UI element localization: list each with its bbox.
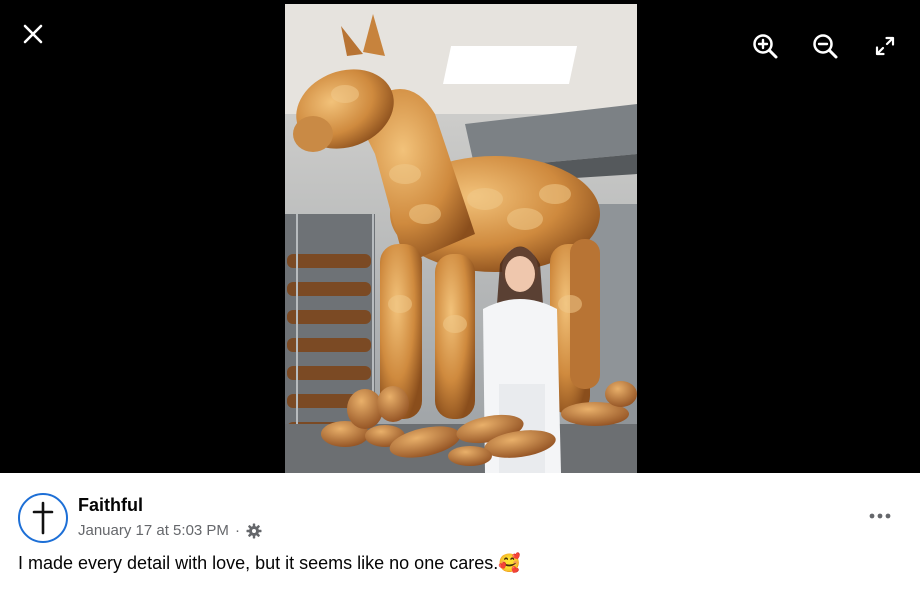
meta-separator: ·: [234, 522, 240, 539]
post-caption: I made every detail with love, but it se…: [18, 553, 521, 573]
more-options-icon: [869, 513, 891, 519]
fullscreen-button[interactable]: [869, 30, 901, 62]
author-name[interactable]: Faithful: [78, 495, 143, 516]
close-button[interactable]: [17, 18, 49, 50]
zoom-out-icon: [813, 34, 838, 59]
zoom-in-icon: [753, 34, 778, 59]
post-details: Faithful January 17 at 5:03 PM · I made …: [0, 473, 920, 595]
zoom-out-button[interactable]: [809, 30, 841, 62]
avatar[interactable]: [18, 493, 68, 543]
post-photo: [285, 4, 637, 473]
gear-icon[interactable]: [246, 523, 262, 539]
more-options-button[interactable]: [862, 505, 898, 527]
fullscreen-icon: [875, 36, 895, 56]
zoom-in-button[interactable]: [749, 30, 781, 62]
photo-viewer: [0, 0, 920, 473]
cross-icon: [32, 501, 54, 535]
bread-horse-image: [285, 4, 637, 473]
close-icon: [23, 24, 43, 44]
post-timestamp[interactable]: January 17 at 5:03 PM: [78, 522, 229, 539]
post-meta: January 17 at 5:03 PM ·: [78, 522, 262, 539]
